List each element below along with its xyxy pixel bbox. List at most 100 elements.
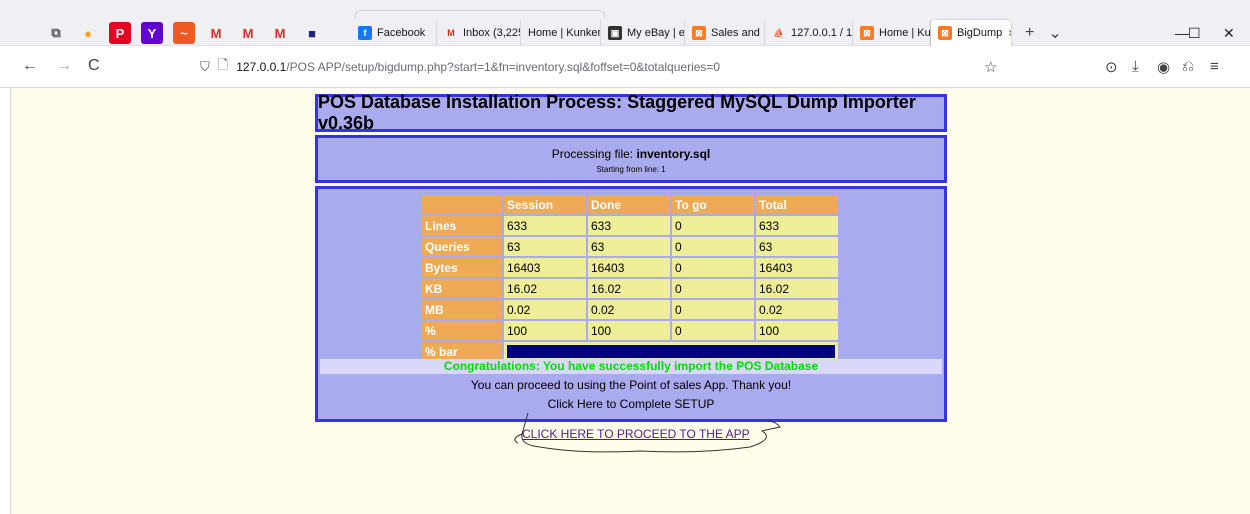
tab-bigdump[interactable]: ⊠ BigDump × — [931, 20, 1011, 46]
table-cell: 633 — [504, 216, 586, 235]
column-header — [422, 195, 502, 214]
forward-button[interactable]: → — [56, 57, 72, 75]
tab-facebook[interactable]: f Facebook — [351, 20, 437, 46]
table-cell: 0 — [672, 321, 754, 340]
badge-icon[interactable]: ● — [77, 22, 99, 44]
stats-frame: Session Done To go Total Lines 633 633 0 633 Quer… — [315, 186, 947, 422]
tab-home-kun[interactable]: ⊠ Home | Kun — [853, 20, 931, 46]
tab-home-kunkem[interactable]: Home | Kunkem — [521, 20, 601, 46]
table-cell: 0 — [672, 237, 754, 256]
close-tab-icon[interactable]: × — [1008, 26, 1011, 40]
tab-inbox-3-225[interactable]: M Inbox (3,225 — [437, 20, 521, 46]
yahoo-icon[interactable]: Y — [141, 22, 163, 44]
reload-button[interactable]: C — [88, 57, 100, 75]
tab-list-icon[interactable]: ⧉ — [45, 22, 67, 44]
proceed-message: You can proceed to using the Point of sa… — [470, 378, 792, 392]
stats-table: Session Done To go Total Lines 633 633 0 633 Quer… — [420, 193, 840, 363]
pocket-icon[interactable]: ⊙ — [1105, 58, 1118, 76]
tab-ghost — [355, 10, 605, 18]
chart-app-icon[interactable]: ~ — [173, 22, 195, 44]
tab-label: Sales and In — [711, 27, 764, 39]
table-cell: 16.02 — [504, 279, 586, 298]
table-cell: 0.02 — [504, 300, 586, 319]
table-row: Bytes 16403 16403 0 16403 — [422, 258, 838, 277]
column-header: To go — [672, 195, 754, 214]
table-cell: 16.02 — [588, 279, 670, 298]
url-host: 127.0.0.1 — [236, 60, 287, 74]
row-label: KB — [422, 279, 502, 298]
table-cell: 0 — [672, 258, 754, 277]
table-cell: 16403 — [504, 258, 586, 277]
gmail-icon: M — [447, 28, 455, 38]
minimize-icon: — — [1175, 25, 1189, 41]
app-square-icon[interactable]: ■ — [301, 22, 323, 44]
table-row: MB 0.02 0.02 0 0.02 — [422, 300, 838, 319]
processing-prefix: Processing file: — [551, 147, 637, 161]
tab-label: Facebook — [377, 27, 426, 39]
gmail-icon[interactable]: M — [205, 22, 227, 44]
table-cell: 100 — [504, 321, 586, 340]
tab-my-ebay-el[interactable]: ▣ My eBay | el — [601, 20, 685, 46]
tab-label: Home | Kunkem — [528, 27, 601, 39]
table-cell: 16.02 — [756, 279, 838, 298]
tab-label: Inbox (3,225 — [463, 27, 521, 39]
extensions-icon[interactable]: ⎌ — [1182, 58, 1194, 75]
shield-icon[interactable]: ⛉ — [200, 59, 210, 75]
nav-bar: ← → C ⛉ 🗋 127.0.0.1/POS APP/setup/bigdum… — [0, 46, 1250, 88]
account-icon[interactable]: ◉ — [1157, 58, 1170, 76]
column-header: Done — [588, 195, 670, 214]
tab-list-button[interactable]: ⌄ — [1048, 23, 1061, 43]
gmail-icon[interactable]: M — [237, 22, 259, 44]
downloads-icon[interactable]: ⤓ — [1132, 58, 1139, 75]
table-cell: 0 — [672, 300, 754, 319]
url-path: /POS APP/setup/bigdump.php?start=1&fn=in… — [286, 60, 721, 74]
table-cell: 63 — [504, 237, 586, 256]
table-cell: 100 — [756, 321, 838, 340]
processing-frame: Processing file: inventory.sql Starting … — [315, 135, 947, 183]
table-row: KB 16.02 16.02 0 16.02 — [422, 279, 838, 298]
facebook-icon: f — [358, 26, 372, 40]
column-header: Total — [756, 195, 838, 214]
pinterest-icon[interactable]: P — [109, 22, 131, 44]
xampp-icon: ⊠ — [860, 26, 874, 40]
progress-bar-fill — [507, 345, 835, 358]
close-window-button[interactable]: ✕ — [1223, 20, 1235, 46]
tab-127-0-0-1-1[interactable]: ⛵ 127.0.0.1 / 1 — [765, 20, 853, 46]
table-cell: 63 — [756, 237, 838, 256]
maximize-icon: ☐ — [1188, 24, 1201, 41]
table-cell: 0.02 — [588, 300, 670, 319]
row-label: Lines — [422, 216, 502, 235]
page-content: POS Database Installation Process: Stagg… — [12, 89, 1250, 514]
table-cell: 63 — [588, 237, 670, 256]
new-tab-button[interactable]: + — [1025, 24, 1034, 42]
table-cell: 0 — [672, 279, 754, 298]
minimize-button[interactable]: — — [1175, 20, 1189, 46]
title-frame: POS Database Installation Process: Stagg… — [315, 92, 947, 133]
row-label: MB — [422, 300, 502, 319]
back-button[interactable]: ← — [22, 57, 38, 75]
url-bar[interactable]: ⛉ 🗋 127.0.0.1/POS APP/setup/bigdump.php?… — [200, 54, 1000, 80]
xampp-icon: ⊠ — [692, 26, 706, 40]
proceed-to-app-link[interactable]: CLICK HERE TO PROCEED TO THE APP — [522, 427, 750, 441]
table-header-row: Session Done To go Total — [422, 195, 838, 214]
tab-strip: ⧉ ● P Y ~ M M M ■ f Facebook M Inbox (3,225 Home | Ku… — [0, 0, 1250, 46]
tab-label: My eBay | el — [627, 27, 685, 39]
table-cell: 100 — [588, 321, 670, 340]
table-cell: 0 — [672, 216, 754, 235]
xampp-icon: ⊠ — [938, 26, 952, 40]
page-icon: 🗋 — [217, 57, 229, 72]
table-cell: 633 — [588, 216, 670, 235]
row-label: % — [422, 321, 502, 340]
bookmark-star-icon[interactable]: ☆ — [984, 58, 997, 76]
phpmyadmin-icon: ⛵ — [773, 27, 785, 38]
table-row: Queries 63 63 0 63 — [422, 237, 838, 256]
tab-sales-and-in[interactable]: ⊠ Sales and In — [685, 20, 765, 46]
column-header: Session — [504, 195, 586, 214]
maximize-button[interactable]: ☐ — [1188, 20, 1201, 46]
table-row: % 100 100 0 100 — [422, 321, 838, 340]
menu-icon[interactable]: ≡ — [1210, 58, 1219, 75]
row-label: Bytes — [422, 258, 502, 277]
ebay-icon: ▣ — [608, 26, 622, 40]
gmail-icon[interactable]: M — [269, 22, 291, 44]
close-icon: ✕ — [1223, 24, 1235, 41]
